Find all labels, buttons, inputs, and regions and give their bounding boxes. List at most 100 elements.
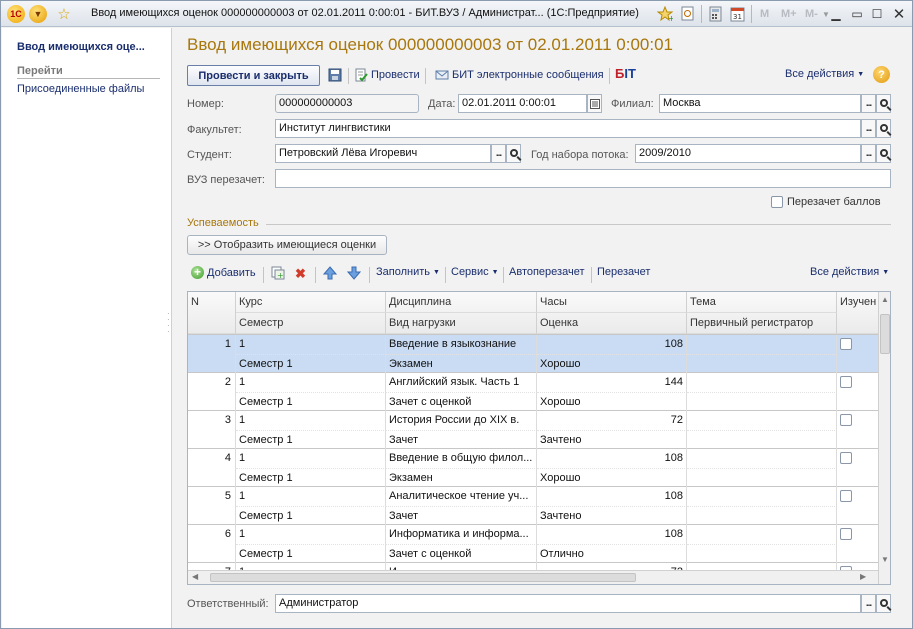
transfer-university-field[interactable]	[275, 169, 891, 188]
studied-checkbox[interactable]	[840, 338, 852, 350]
cell-semester[interactable]: Семестр 1	[236, 354, 386, 373]
panel-splitter[interactable]: · · · ·	[167, 310, 171, 336]
student-field[interactable]: Петровский Лёва Игоревич	[275, 144, 491, 163]
cell-load-type[interactable]: Зачет	[386, 430, 537, 449]
calendar-picker-icon[interactable]	[587, 94, 602, 113]
sidebar-title[interactable]: Ввод имеющихся оце...	[17, 41, 145, 53]
cell-n[interactable]: 2	[188, 373, 236, 411]
sidebar-item-attached-files[interactable]: Присоединенные файлы	[17, 83, 144, 95]
search-icon[interactable]	[876, 94, 891, 113]
cell-registrar[interactable]	[687, 354, 837, 373]
cell-registrar[interactable]	[687, 430, 837, 449]
search-icon[interactable]	[506, 144, 521, 163]
score-transfer-checkbox[interactable]	[771, 196, 783, 208]
table-row[interactable]: 3 1 Семестр 1 История России до XIX в. Зачет…	[188, 411, 878, 449]
help-icon[interactable]: ?	[873, 66, 890, 83]
responsible-field[interactable]: Администратор	[275, 594, 861, 613]
search-icon[interactable]	[876, 594, 891, 613]
scroll-left-icon[interactable]: ◀	[192, 572, 198, 581]
studied-checkbox[interactable]	[840, 528, 852, 540]
cell-n[interactable]: 1	[188, 335, 236, 373]
table-row[interactable]: 2 1 Семестр 1 Английский язык. Часть 1 Зачет…	[188, 373, 878, 411]
history-icon[interactable]	[679, 5, 697, 23]
header-grade[interactable]: Оценка	[537, 313, 687, 334]
1c-logo-icon[interactable]: 1С	[7, 5, 25, 23]
cell-registrar[interactable]	[687, 392, 837, 411]
cell-hours[interactable]: 108	[537, 487, 687, 506]
table-all-actions-menu[interactable]: Все действия ▼	[810, 266, 889, 278]
post-button[interactable]: Провести	[354, 68, 420, 82]
table-row[interactable]: 5 1 Семестр 1 Аналитическое чтение уч... Зач…	[188, 487, 878, 525]
studied-checkbox[interactable]	[840, 376, 852, 388]
cell-topic[interactable]	[687, 525, 837, 544]
header-discipline[interactable]: Дисциплина	[386, 292, 537, 313]
cell-semester[interactable]: Семестр 1	[236, 430, 386, 449]
header-studied[interactable]: Изучен	[837, 292, 878, 334]
scroll-thumb[interactable]	[210, 573, 636, 582]
cell-course[interactable]: 1	[236, 487, 386, 506]
faculty-select-button[interactable]: ...	[861, 119, 876, 138]
horizontal-scrollbar[interactable]: ◀ ▶	[188, 570, 878, 584]
studied-checkbox[interactable]	[840, 414, 852, 426]
header-n[interactable]: N	[188, 292, 236, 334]
calculator-icon[interactable]	[707, 5, 725, 23]
grades-table[interactable]: N Курс Семестр Дисциплина Вид нагрузки Ч…	[187, 291, 891, 585]
move-up-icon[interactable]	[323, 266, 340, 280]
cell-n[interactable]: 5	[188, 487, 236, 525]
search-icon[interactable]	[876, 144, 891, 163]
responsible-select-button[interactable]: ...	[861, 594, 876, 613]
memory-plus-button[interactable]: M+	[781, 5, 797, 23]
cell-grade[interactable]: Отлично	[537, 544, 687, 563]
cell-grade[interactable]: Хорошо	[537, 392, 687, 411]
cell-course[interactable]: 1	[236, 373, 386, 392]
bit-messages-button[interactable]: БИТ электронные сообщения	[435, 68, 604, 82]
header-load-type[interactable]: Вид нагрузки	[386, 313, 537, 334]
header-topic[interactable]: Тема	[687, 292, 837, 313]
main-menu-icon[interactable]: ▼	[29, 5, 47, 23]
cell-load-type[interactable]: Зачет	[386, 506, 537, 525]
cell-course[interactable]: 1	[236, 449, 386, 468]
vertical-scrollbar[interactable]: ▲ ▼	[878, 292, 890, 584]
cell-grade[interactable]: Зачтено	[537, 506, 687, 525]
cell-n[interactable]: 3	[188, 411, 236, 449]
table-row[interactable]: 4 1 Семестр 1 Введение в общую филол... Экза…	[188, 449, 878, 487]
close-icon[interactable]: ✕	[889, 5, 909, 23]
cell-discipline[interactable]: Английский язык. Часть 1	[386, 373, 537, 392]
scroll-up-icon[interactable]: ▲	[881, 295, 889, 304]
cell-hours[interactable]: 108	[537, 335, 687, 354]
cell-load-type[interactable]: Зачет с оценкой	[386, 544, 537, 563]
add-favorite-icon[interactable]: +	[656, 5, 674, 23]
year-select-button[interactable]: ...	[861, 144, 876, 163]
cell-load-type[interactable]: Экзамен	[386, 468, 537, 487]
service-menu[interactable]: Сервис ▼	[451, 266, 499, 278]
branch-select-button[interactable]: ...	[861, 94, 876, 113]
cell-load-type[interactable]: Зачет с оценкой	[386, 392, 537, 411]
cell-semester[interactable]: Семестр 1	[236, 506, 386, 525]
minimize-icon[interactable]: ▁	[826, 5, 846, 23]
cell-hours[interactable]: 108	[537, 449, 687, 468]
cell-topic[interactable]	[687, 411, 837, 430]
cell-topic[interactable]	[687, 449, 837, 468]
scroll-thumb[interactable]	[880, 314, 890, 354]
cell-n[interactable]: 6	[188, 525, 236, 563]
cell-semester[interactable]: Семестр 1	[236, 392, 386, 411]
auto-transfer-button[interactable]: Автоперезачет	[509, 266, 584, 278]
cell-grade[interactable]: Хорошо	[537, 354, 687, 373]
cell-topic[interactable]	[687, 373, 837, 392]
cell-hours[interactable]: 108	[537, 525, 687, 544]
maximize-icon[interactable]: ☐	[867, 5, 887, 23]
memory-minus-button[interactable]: M-	[805, 5, 818, 23]
header-course[interactable]: Курс	[236, 292, 386, 313]
cell-grade[interactable]: Хорошо	[537, 468, 687, 487]
all-actions-menu[interactable]: Все действия ▼	[785, 68, 864, 80]
cell-n[interactable]: 4	[188, 449, 236, 487]
date-field[interactable]: 02.01.2011 0:00:01	[458, 94, 587, 113]
cell-course[interactable]: 1	[236, 335, 386, 354]
calendar-icon[interactable]: 31	[729, 5, 747, 23]
memory-m-button[interactable]: M	[760, 5, 769, 23]
favorites-star-icon[interactable]: ☆	[55, 5, 73, 23]
year-field[interactable]: 2009/2010	[635, 144, 861, 163]
scroll-down-icon[interactable]: ▼	[881, 555, 889, 564]
bit-logo-icon[interactable]: Б IT	[615, 66, 636, 81]
move-down-icon[interactable]	[347, 266, 364, 280]
